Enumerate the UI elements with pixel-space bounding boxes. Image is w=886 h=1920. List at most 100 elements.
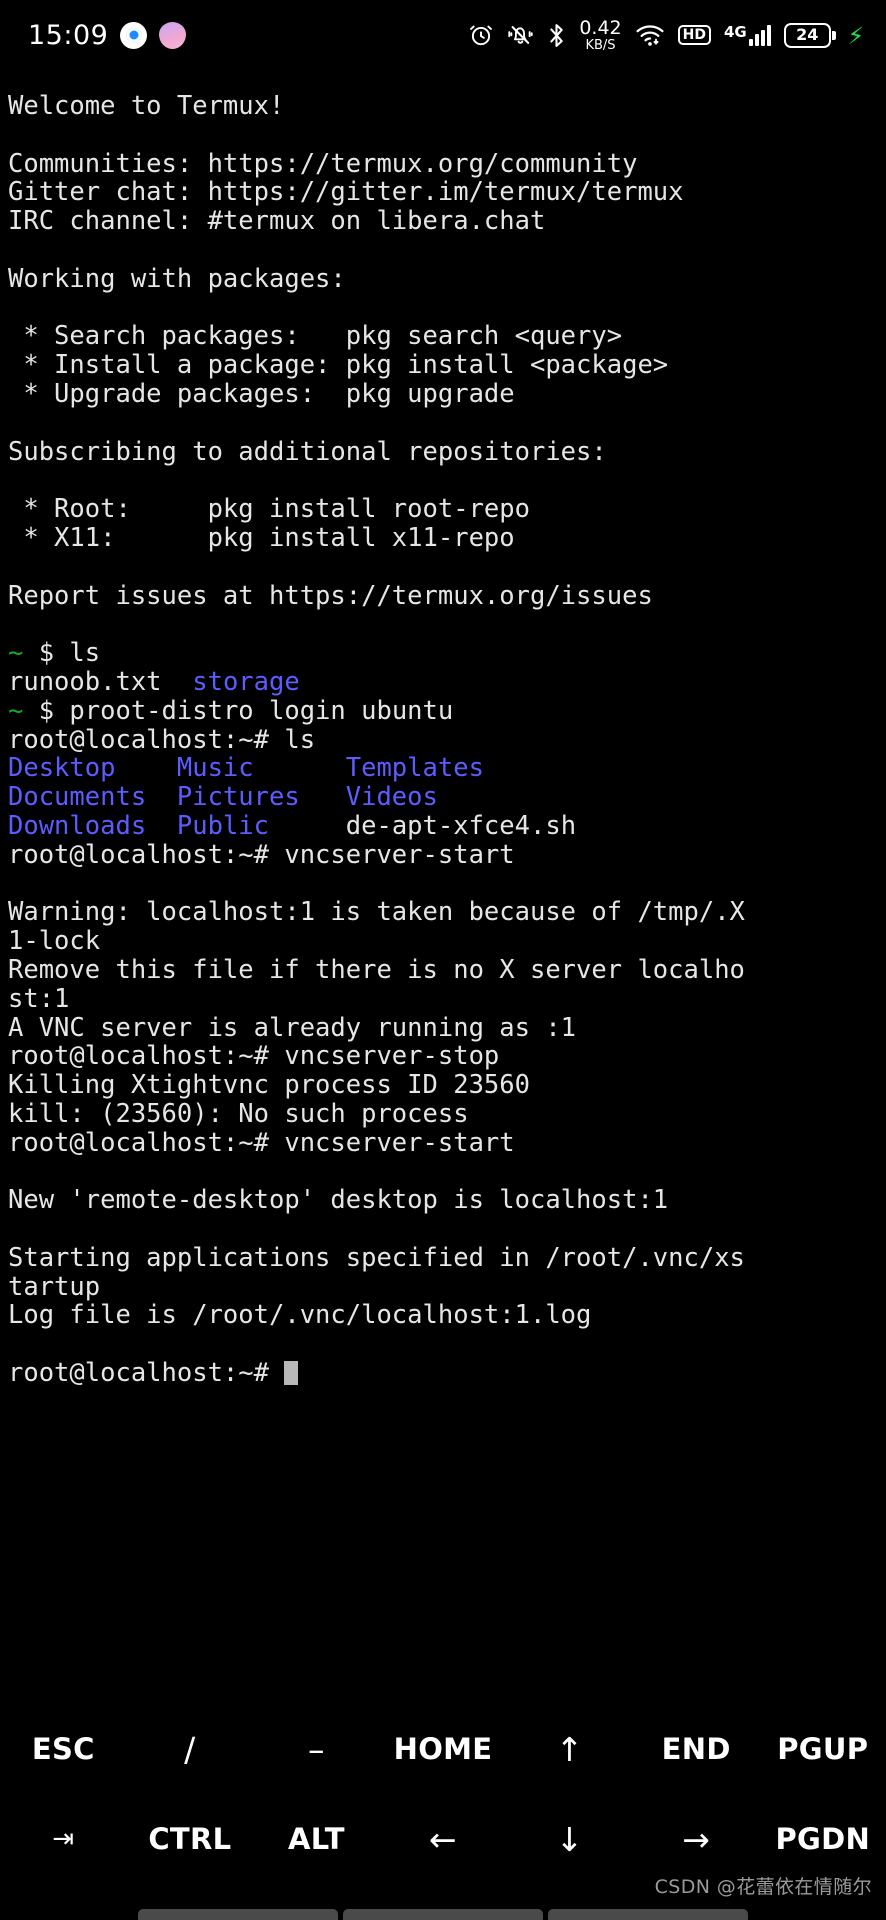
battery-percent-label: 24	[783, 22, 831, 48]
terminal-line: A VNC server is already running as :1	[8, 1012, 878, 1043]
key-dash[interactable]: –	[253, 1733, 380, 1766]
app-indicator-pink-icon	[159, 21, 187, 49]
wifi-icon	[635, 23, 665, 47]
terminal-text: * Upgrade packages: pkg upgrade	[8, 378, 515, 409]
terminal-text: Downloads Public	[8, 810, 269, 841]
nav-home-pill[interactable]	[343, 1909, 543, 1920]
terminal-line: * Upgrade packages: pkg upgrade	[8, 380, 878, 409]
terminal-text: Remove this file if there is no X server…	[8, 954, 745, 985]
terminal-line: New 'remote-desktop' desktop is localhos…	[8, 1186, 878, 1215]
terminal-text: root@localhost:~# vncserver-start	[8, 839, 515, 870]
terminal-text: $ proot-distro login ubuntu	[23, 695, 454, 726]
terminal-line: Report issues at https://termux.org/issu…	[8, 580, 878, 611]
network-speed-indicator: 0.42 KB/S	[579, 16, 622, 53]
key-alt[interactable]: ALT	[253, 1824, 380, 1854]
network-speed-unit: KB/S	[585, 37, 616, 53]
terminal-text: 1-lock	[8, 926, 101, 957]
terminal-line: runoob.txt storage	[8, 668, 878, 697]
terminal-output-area[interactable]: Welcome to Termux! Communities: https://…	[0, 70, 886, 1704]
terminal-line: root@localhost:~# vncserver-start	[8, 1127, 878, 1158]
terminal-line: Subscribing to additional repositories:	[8, 436, 878, 467]
bell-muted-icon	[507, 22, 534, 48]
watermark: CSDN @花蕾依在情随尔	[654, 1876, 872, 1898]
system-navigation-bar	[0, 1898, 886, 1920]
key-end[interactable]: END	[633, 1734, 760, 1764]
terminal-line: root@localhost:~# ls	[8, 724, 878, 755]
battery-cap	[831, 30, 836, 40]
status-bar: 15:09 0.42 KB/S HD 4G 24 ⚡	[0, 0, 886, 70]
nav-back-pill[interactable]	[138, 1909, 338, 1920]
terminal-line: Desktop Music Templates	[8, 754, 878, 783]
terminal-text: Desktop Music Templates	[8, 753, 484, 784]
nav-recent-pill[interactable]	[548, 1909, 748, 1920]
terminal-lines: Welcome to Termux! Communities: https://…	[8, 92, 878, 1388]
terminal-text: root@localhost:~# vncserver-start	[8, 1127, 515, 1158]
terminal-line: 1-lock	[8, 927, 878, 956]
terminal-text: Documents Pictures Videos	[8, 782, 438, 813]
key-arrow-right[interactable]: →	[633, 1823, 760, 1856]
terminal-text: Working with packages:	[8, 263, 346, 294]
key-slash[interactable]: /	[127, 1733, 254, 1766]
terminal-text: root@localhost:~# ls	[8, 724, 316, 755]
terminal-text: Subscribing to additional repositories:	[8, 436, 607, 467]
terminal-cursor	[284, 1361, 299, 1386]
key-arrow-down[interactable]: ↓	[506, 1823, 633, 1856]
bluetooth-icon	[547, 22, 566, 49]
key-home[interactable]: HOME	[380, 1734, 507, 1764]
key-ctrl[interactable]: CTRL	[127, 1824, 254, 1854]
terminal-text: kill: (23560): No such process	[8, 1098, 469, 1129]
app-indicator-blue-icon	[120, 21, 148, 49]
key-pgup[interactable]: PGUP	[759, 1734, 886, 1764]
terminal-text: A VNC server is already running as :1	[8, 1012, 577, 1043]
charging-bolt-icon: ⚡	[847, 19, 864, 51]
terminal-line: kill: (23560): No such process	[8, 1098, 878, 1129]
terminal-text: ~	[8, 638, 24, 669]
key-esc[interactable]: ESC	[0, 1734, 127, 1764]
terminal-line: root@localhost:~# vncserver-start	[8, 839, 878, 870]
terminal-line: Working with packages:	[8, 263, 878, 294]
terminal-text: Warning: localhost:1 is taken because of…	[8, 897, 745, 928]
terminal-text: st:1	[8, 983, 70, 1014]
extra-keys-bar: ESC / – HOME ↑ END PGUP ⇥ CTRL ALT ← ↓ → PGDN	[0, 1704, 886, 1884]
terminal-text: runoob.txt	[8, 666, 193, 697]
terminal-text: root@localhost:~#	[8, 1358, 285, 1389]
key-arrow-up[interactable]: ↑	[506, 1733, 633, 1766]
terminal-text: $ ls	[23, 638, 101, 669]
status-bar-right: 0.42 KB/S HD 4G 24 ⚡	[468, 16, 864, 53]
terminal-line: ~ $ ls	[8, 639, 878, 668]
terminal-line: Communities: https://termux.org/communit…	[8, 148, 878, 179]
terminal-line: Welcome to Termux!	[8, 92, 878, 121]
terminal-line: st:1	[8, 983, 878, 1014]
terminal-line: root@localhost:~#	[8, 1359, 878, 1388]
key-pgdn[interactable]: PGDN	[759, 1824, 886, 1854]
key-tab[interactable]: ⇥	[0, 1826, 127, 1852]
signal-bars-icon	[748, 24, 771, 46]
terminal-text: Report issues at https://termux.org/issu…	[8, 580, 653, 611]
terminal-text: Gitter chat: https://gitter.im/termux/te…	[8, 177, 684, 208]
hd-badge-icon: HD	[677, 25, 711, 45]
terminal-text: ~	[8, 695, 24, 726]
terminal-text: Welcome to Termux!	[8, 91, 285, 121]
network-speed-value: 0.42	[579, 16, 622, 39]
terminal-line: Killing Xtightvnc process ID 23560	[8, 1071, 878, 1100]
terminal-line: * Install a package: pkg install <packag…	[8, 351, 878, 380]
network-generation-label: 4G	[723, 22, 747, 41]
terminal-line: * Search packages: pkg search <query>	[8, 322, 878, 351]
terminal-text: Killing Xtightvnc process ID 23560	[8, 1070, 530, 1101]
battery-indicator: 24	[783, 22, 836, 48]
terminal-text: Communities: https://termux.org/communit…	[8, 148, 638, 179]
key-arrow-left[interactable]: ←	[380, 1823, 507, 1856]
terminal-line: Starting applications specified in /root…	[8, 1243, 878, 1273]
terminal-line: * Root: pkg install root-repo	[8, 495, 878, 524]
terminal-line: Downloads Public de-apt-xfce4.sh	[8, 812, 878, 841]
